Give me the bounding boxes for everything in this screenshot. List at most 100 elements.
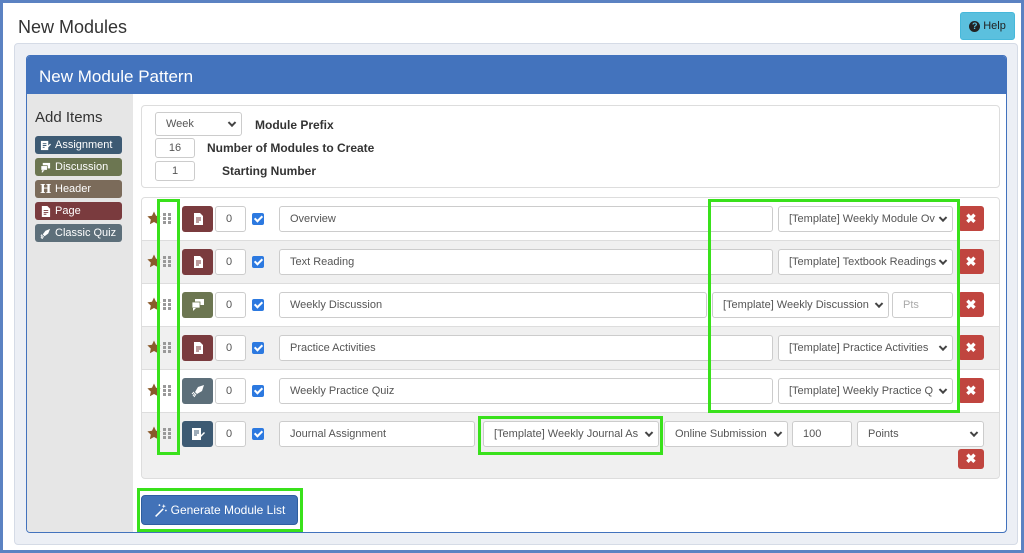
delete-item-button[interactable]: ✖ xyxy=(958,249,984,274)
indent-input[interactable]: 0 xyxy=(215,378,246,404)
content-well: New Module Pattern Add Items Assignment … xyxy=(14,43,1018,545)
star-icon[interactable] xyxy=(147,211,161,225)
module-items-list: 0 Overview [Template] Weekly Module Ov ✖ 0 Te… xyxy=(141,197,1000,479)
publish-checkbox[interactable] xyxy=(252,385,264,397)
add-items-title: Add Items xyxy=(35,109,103,126)
drag-handle-icon[interactable] xyxy=(163,256,171,267)
module-prefix-label: Module Prefix xyxy=(255,118,334,132)
delete-item-button[interactable]: ✖ xyxy=(958,378,984,403)
page-icon xyxy=(193,213,203,225)
drag-handle-icon[interactable] xyxy=(163,299,171,310)
pattern-settings: Week Module Prefix 16 Number of Modules … xyxy=(141,105,1000,188)
add-header-button[interactable]: H Header xyxy=(35,180,122,198)
template-select[interactable]: [Template] Practice Activities xyxy=(778,335,953,361)
drag-handle-icon[interactable] xyxy=(163,213,171,224)
indent-input[interactable]: 0 xyxy=(215,421,246,447)
starting-number-label: Starting Number xyxy=(222,164,317,178)
publish-checkbox[interactable] xyxy=(252,213,264,225)
discussion-icon xyxy=(191,299,204,311)
module-count-label: Number of Modules to Create xyxy=(207,141,375,155)
chevron-down-icon xyxy=(227,118,237,128)
drag-handle-icon[interactable] xyxy=(163,342,171,353)
question-circle-icon: ? xyxy=(969,20,981,32)
publish-checkbox[interactable] xyxy=(252,428,264,440)
page-title: New Modules xyxy=(18,17,128,37)
page-icon xyxy=(41,205,51,217)
item-title-input[interactable]: Weekly Practice Quiz xyxy=(279,378,773,404)
item-title-input[interactable]: Journal Assignment xyxy=(279,421,475,447)
add-discussion-button[interactable]: Discussion xyxy=(35,158,122,176)
module-prefix-select[interactable]: Week xyxy=(155,112,242,136)
points-input[interactable]: 100 xyxy=(792,421,852,447)
item-title-input[interactable]: Practice Activities xyxy=(279,335,773,361)
module-pattern-panel: New Module Pattern Add Items Assignment … xyxy=(26,55,1007,533)
publish-checkbox[interactable] xyxy=(252,256,264,268)
drag-handle-icon[interactable] xyxy=(163,385,171,396)
star-icon[interactable] xyxy=(147,297,161,311)
help-button[interactable]: ? Help xyxy=(960,12,1015,40)
module-count-input[interactable]: 16 xyxy=(155,138,195,158)
magic-wand-icon xyxy=(154,503,167,517)
delete-item-button[interactable]: ✖ xyxy=(958,206,984,231)
publish-checkbox[interactable] xyxy=(252,342,264,354)
item-title-input[interactable]: Text Reading xyxy=(279,249,773,275)
add-header-label: Header xyxy=(55,183,92,195)
add-page-label: Page xyxy=(55,205,81,217)
add-assignment-label: Assignment xyxy=(55,139,113,151)
item-type-assignment-button[interactable] xyxy=(182,421,213,447)
indent-input[interactable]: 0 xyxy=(215,206,246,232)
star-icon[interactable] xyxy=(147,426,161,440)
module-item-row: 0 Text Reading [Template] Textbook Reading… xyxy=(142,241,999,284)
page-icon xyxy=(193,342,203,354)
module-item-row: 0 Weekly Discussion [Template] Weekly Disc… xyxy=(142,284,999,327)
star-icon[interactable] xyxy=(147,383,161,397)
main-area: Week Module Prefix 16 Number of Modules … xyxy=(137,94,1000,532)
assignment-icon xyxy=(40,140,51,150)
template-select[interactable]: [Template] Weekly Journal As xyxy=(483,421,659,447)
panel-title: New Module Pattern xyxy=(27,56,1006,94)
add-items-sidebar: Add Items Assignment Discussion H Header… xyxy=(27,94,133,532)
submission-type-select[interactable]: Online Submission xyxy=(664,421,788,447)
delete-item-button[interactable]: ✖ xyxy=(958,292,984,317)
delete-item-button[interactable]: ✖ xyxy=(958,335,984,360)
item-type-page-button[interactable] xyxy=(182,335,213,361)
app-window: New Modules ? Help New Module Pattern Ad… xyxy=(3,3,1021,550)
starting-number-input[interactable]: 1 xyxy=(155,161,195,181)
item-type-discussion-button[interactable] xyxy=(182,292,213,318)
item-type-page-button[interactable] xyxy=(182,249,213,275)
header-icon: H xyxy=(40,181,52,196)
drag-handle-icon[interactable] xyxy=(163,428,171,439)
module-item-row: 0 Practice Activities [Template] Practice … xyxy=(142,327,999,370)
indent-input[interactable]: 0 xyxy=(215,335,246,361)
module-item-row: 0 Journal Assignment [Template] Weekly Jou… xyxy=(142,413,999,477)
module-item-row: 0 Overview [Template] Weekly Module Ov ✖ xyxy=(142,198,999,241)
publish-checkbox[interactable] xyxy=(252,299,264,311)
add-classic-quiz-button[interactable]: Classic Quiz xyxy=(35,224,122,242)
indent-input[interactable]: 0 xyxy=(215,292,246,318)
delete-item-button[interactable]: ✖ xyxy=(958,449,984,469)
template-select[interactable]: [Template] Weekly Discussion xyxy=(712,292,889,318)
module-item-row: 0 Weekly Practice Quiz [Template] Weekly P… xyxy=(142,370,999,413)
item-title-input[interactable]: Overview xyxy=(279,206,773,232)
template-select[interactable]: [Template] Weekly Practice Q xyxy=(778,378,953,404)
generate-label: Generate Module List xyxy=(170,503,286,517)
assignment-icon xyxy=(191,428,205,440)
star-icon[interactable] xyxy=(147,340,161,354)
chevron-down-icon xyxy=(969,428,979,438)
grading-type-select[interactable]: Points xyxy=(857,421,984,447)
item-type-quiz-button[interactable] xyxy=(182,378,213,404)
add-page-button[interactable]: Page xyxy=(35,202,122,220)
template-select[interactable]: [Template] Textbook Readings xyxy=(778,249,953,275)
points-input[interactable]: Pts xyxy=(892,292,953,318)
item-type-page-button[interactable] xyxy=(182,206,213,232)
star-icon[interactable] xyxy=(147,254,161,268)
page-icon xyxy=(193,256,203,268)
discussion-icon xyxy=(40,162,51,173)
template-select[interactable]: [Template] Weekly Module Ov xyxy=(778,206,953,232)
add-assignment-button[interactable]: Assignment xyxy=(35,136,122,154)
add-discussion-label: Discussion xyxy=(55,161,109,173)
quiz-icon xyxy=(191,385,204,398)
indent-input[interactable]: 0 xyxy=(215,249,246,275)
generate-module-list-button[interactable]: Generate Module List xyxy=(141,495,298,525)
item-title-input[interactable]: Weekly Discussion xyxy=(279,292,707,318)
